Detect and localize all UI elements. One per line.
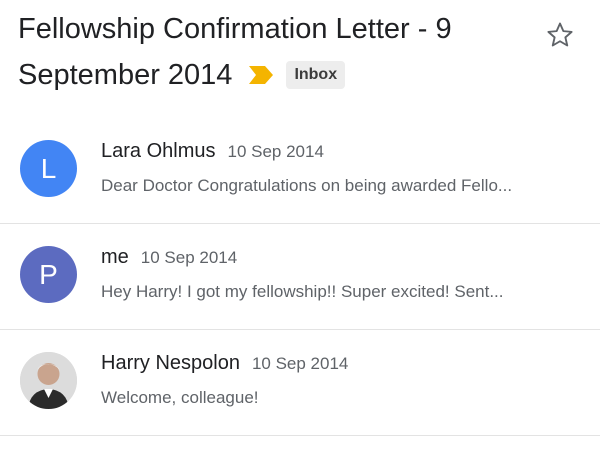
- sender-name: Lara Ohlmus: [101, 140, 216, 162]
- star-outline-icon[interactable]: [545, 20, 575, 50]
- importance-marker-icon[interactable]: [248, 65, 274, 85]
- person-photo-icon: [20, 352, 77, 409]
- subject-line-1: Fellowship Confirmation Letter - 9: [18, 13, 452, 45]
- sender-row: Lara Ohlmus 10 Sep 2014: [101, 140, 324, 163]
- message-snippet: Dear Doctor Congratulations on being awa…: [101, 176, 513, 195]
- avatar[interactable]: P: [20, 246, 77, 303]
- message-snippet: Hey Harry! I got my fellowship!! Super e…: [101, 282, 504, 301]
- sender-row: Harry Nespolon 10 Sep 2014: [101, 352, 348, 375]
- message-date: 10 Sep 2014: [227, 142, 324, 161]
- avatar-letter: L: [40, 152, 57, 184]
- message-item[interactable]: Harry Nespolon 10 Sep 2014 Welcome, coll…: [0, 330, 600, 436]
- subject-line-2: September 2014: [18, 59, 233, 91]
- email-subject: Fellowship Confirmation Letter - 9 Septe…: [18, 6, 548, 98]
- avatar-photo[interactable]: [20, 352, 77, 409]
- subject-line-2-row: September 2014 Inbox: [18, 52, 548, 98]
- message-item[interactable]: P me 10 Sep 2014 Hey Harry! I got my fel…: [0, 224, 600, 330]
- sender-name: me: [101, 246, 129, 268]
- inbox-label-chip[interactable]: Inbox: [286, 61, 346, 89]
- avatar[interactable]: L: [20, 140, 77, 197]
- sender-row: me 10 Sep 2014: [101, 246, 237, 269]
- message-thread: L Lara Ohlmus 10 Sep 2014 Dear Doctor Co…: [0, 118, 600, 436]
- message-date: 10 Sep 2014: [251, 354, 349, 373]
- sender-name: Harry Nespolon: [101, 352, 240, 374]
- message-item[interactable]: L Lara Ohlmus 10 Sep 2014 Dear Doctor Co…: [0, 118, 600, 224]
- avatar-letter: P: [39, 258, 58, 290]
- message-date: 10 Sep 2014: [140, 248, 238, 267]
- email-header: Fellowship Confirmation Letter - 9 Septe…: [18, 6, 548, 98]
- message-snippet: Welcome, colleague!: [101, 388, 259, 407]
